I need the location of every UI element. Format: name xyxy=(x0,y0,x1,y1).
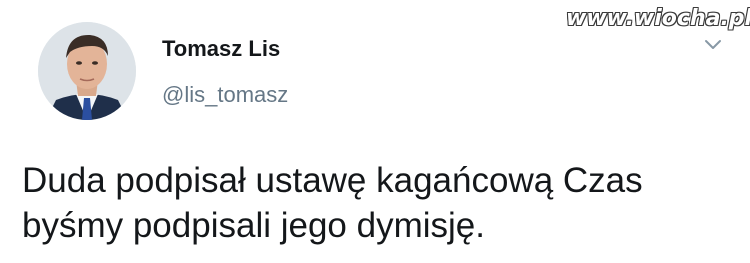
watermark-logo: www.wiocha.pl xyxy=(566,6,750,31)
tweet-text: Duda podpisał ustawę kagańcową Czas byśm… xyxy=(22,158,734,248)
tweet-card: www.wiocha.pl Tomasz Lis @lis_tomasz Dud… xyxy=(0,0,750,263)
tweet-text-line: byśmy podpisali jego dymisję. xyxy=(22,206,485,245)
chevron-down-icon[interactable] xyxy=(703,34,723,54)
avatar[interactable] xyxy=(38,22,136,120)
avatar-photo-icon xyxy=(38,22,136,120)
tweet-text-line: Duda podpisał ustawę kagańcową Czas xyxy=(22,161,643,200)
author-name[interactable]: Tomasz Lis xyxy=(162,36,280,62)
author-handle[interactable]: @lis_tomasz xyxy=(162,82,288,108)
